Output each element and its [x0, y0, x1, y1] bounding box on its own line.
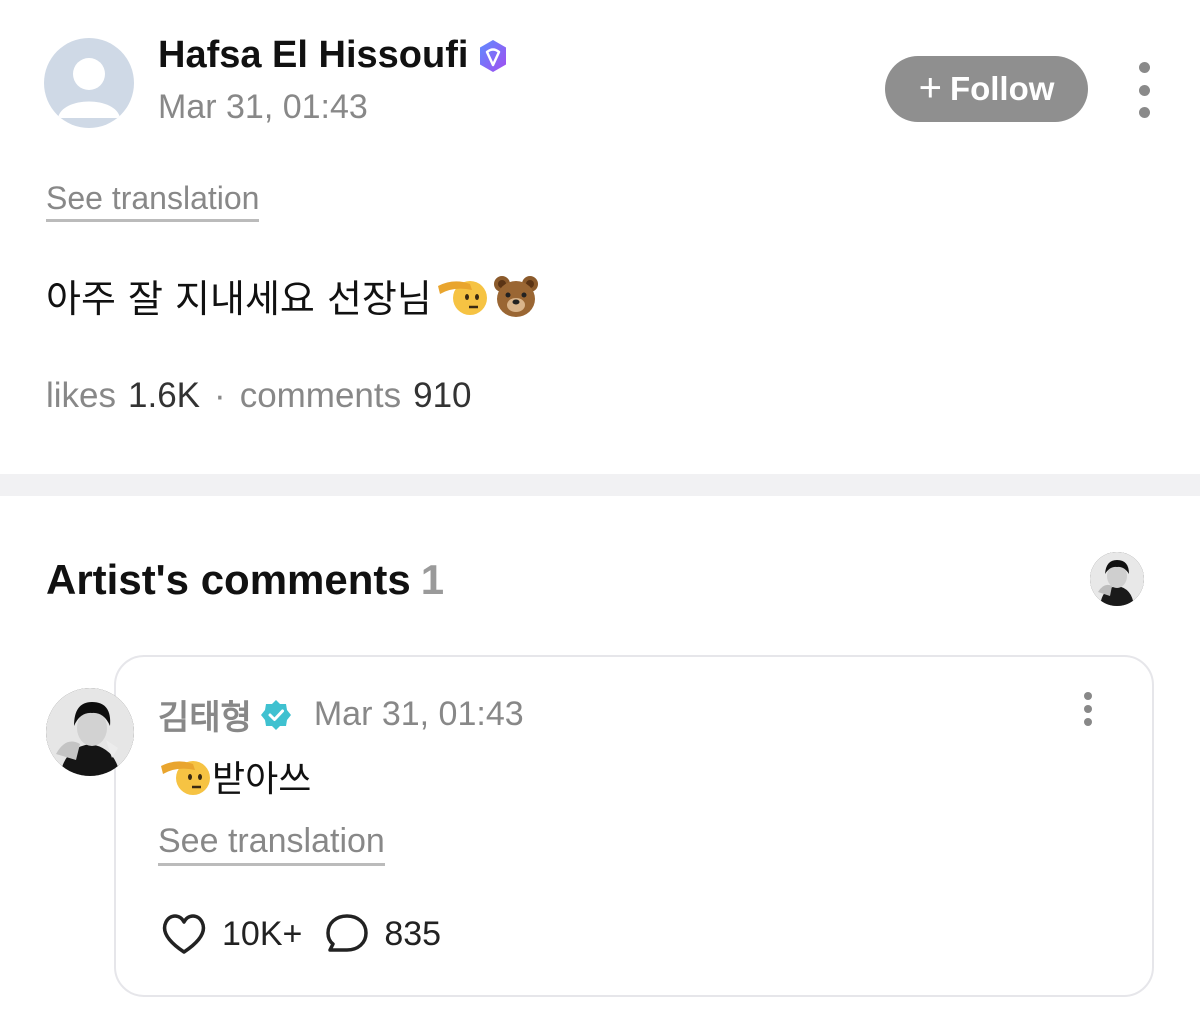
- comments-label: comments: [239, 376, 402, 415]
- post-body-text: 아주 잘 지내세요 선장님: [46, 277, 432, 321]
- author-name-text: Hafsa El Hissoufi: [158, 34, 469, 76]
- likes-label: likes: [46, 376, 117, 415]
- artist-comments-count: 1: [420, 556, 445, 603]
- comment-see-translation-link[interactable]: See translation: [158, 822, 385, 866]
- saluting-face-icon: [161, 761, 210, 795]
- comment-actions: 10K+ 835: [160, 912, 441, 956]
- verified-badge-icon: [260, 699, 291, 730]
- like-count: 10K+: [222, 914, 303, 953]
- follow-button[interactable]: + Follow: [885, 56, 1088, 122]
- comment-author-avatar[interactable]: [46, 688, 134, 776]
- more-options-icon[interactable]: [1130, 62, 1158, 118]
- author-avatar[interactable]: [44, 38, 134, 128]
- post-body: 아주 잘 지내세요 선장님: [46, 268, 540, 323]
- section-divider: [0, 474, 1200, 496]
- see-translation-link[interactable]: See translation: [46, 180, 260, 222]
- artist-comments-title: Artist's comments 1: [46, 556, 444, 604]
- like-button[interactable]: 10K+: [160, 912, 302, 956]
- reply-count: 835: [384, 914, 442, 953]
- comment-more-options-icon[interactable]: [1076, 692, 1100, 726]
- reply-button[interactable]: 835: [324, 912, 441, 956]
- comments-count[interactable]: 910: [413, 376, 471, 416]
- comment-header: 김태형 Mar 31, 01:43: [158, 690, 524, 739]
- bear-face-icon: [493, 275, 538, 317]
- artist-photo-icon: [46, 688, 134, 776]
- author-name[interactable]: Hafsa El Hissoufi: [158, 34, 510, 77]
- comment-bubble-icon: [326, 914, 369, 952]
- comment-body-text: 받아쓰: [212, 759, 312, 800]
- follow-label: Follow: [949, 70, 1055, 107]
- plus-icon: +: [918, 65, 942, 110]
- comment-author-name[interactable]: 김태형: [158, 690, 252, 739]
- stats-separator: ·: [214, 376, 226, 415]
- saluting-face-icon: [437, 280, 487, 315]
- heart-icon: [162, 914, 206, 954]
- comment-timestamp: Mar 31, 01:43: [313, 695, 524, 733]
- artist-photo-icon: [1090, 552, 1144, 606]
- verified-badge-icon: [480, 39, 507, 72]
- default-avatar-icon: [58, 58, 120, 118]
- likes-count[interactable]: 1.6K: [128, 376, 200, 416]
- comment-body: 받아쓰: [158, 750, 311, 802]
- post-timestamp: Mar 31, 01:43: [158, 88, 368, 126]
- post-stats: likes 1.6K · comments 910: [46, 376, 472, 416]
- artist-avatar-small[interactable]: [1090, 552, 1144, 606]
- artist-comments-label: Artist's comments: [46, 556, 411, 603]
